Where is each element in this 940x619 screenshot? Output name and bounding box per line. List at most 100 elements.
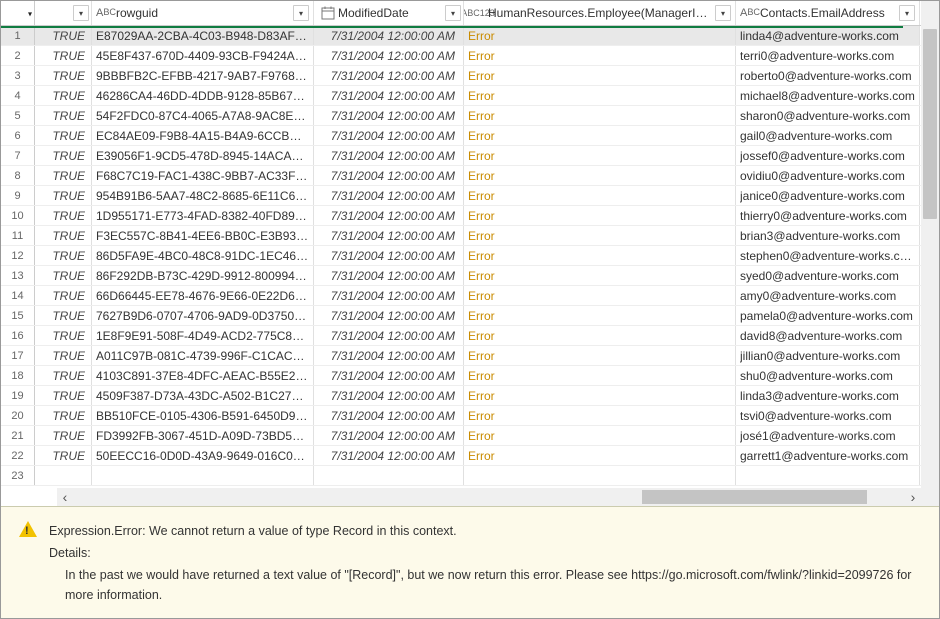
cell-c0[interactable]: TRUE xyxy=(35,26,92,45)
table-row[interactable]: 5TRUE54F2FDC0-87C4-4065-A7A8-9AC8EA624..… xyxy=(1,106,921,126)
cell-c4[interactable]: garrett1@adventure-works.com xyxy=(736,446,920,465)
cell-c4[interactable]: sharon0@adventure-works.com xyxy=(736,106,920,125)
table-row[interactable]: 14TRUE66D66445-EE78-4676-9E66-0E22D6109A… xyxy=(1,286,921,306)
cell-c1[interactable]: FD3992FB-3067-451D-A09D-73BD53C0F... xyxy=(92,426,314,445)
table-row[interactable]: 21TRUEFD3992FB-3067-451D-A09D-73BD53C0F.… xyxy=(1,426,921,446)
cell-c4[interactable]: jossef0@adventure-works.com xyxy=(736,146,920,165)
filter-icon[interactable]: ▾ xyxy=(445,5,461,21)
cell-c3[interactable]: Error xyxy=(464,426,736,445)
row-number[interactable]: 15 xyxy=(1,306,35,325)
row-number[interactable]: 5 xyxy=(1,106,35,125)
cell-c0[interactable] xyxy=(35,466,92,485)
row-number[interactable]: 20 xyxy=(1,406,35,425)
cell-c3[interactable]: Error xyxy=(464,226,736,245)
vertical-scrollbar[interactable] xyxy=(921,1,939,488)
cell-c0[interactable]: TRUE xyxy=(35,126,92,145)
cell-c0[interactable]: TRUE xyxy=(35,226,92,245)
cell-c1[interactable]: 9BBBFB2C-EFBB-4217-9AB7-F976893288... xyxy=(92,66,314,85)
cell-c1[interactable]: 54F2FDC0-87C4-4065-A7A8-9AC8EA624... xyxy=(92,106,314,125)
row-number[interactable]: 1 xyxy=(1,26,35,45)
cell-c3[interactable]: Error xyxy=(464,186,736,205)
cell-c3[interactable]: Error xyxy=(464,66,736,85)
cell-c1[interactable]: E87029AA-2CBA-4C03-B948-D83AF0313... xyxy=(92,26,314,45)
cell-c1[interactable]: 86F292DB-B73C-429D-9912-800994D80... xyxy=(92,266,314,285)
cell-c0[interactable]: TRUE xyxy=(35,326,92,345)
table-row[interactable]: 18TRUE4103C891-37E8-4DFC-AEAC-B55E2BC1B.… xyxy=(1,366,921,386)
cell-c4[interactable]: amy0@adventure-works.com xyxy=(736,286,920,305)
cell-c0[interactable]: TRUE xyxy=(35,46,92,65)
row-number[interactable]: 7 xyxy=(1,146,35,165)
cell-c3[interactable]: Error xyxy=(464,286,736,305)
cell-c2[interactable]: 7/31/2004 12:00:00 AM xyxy=(314,226,464,245)
select-all-corner[interactable]: ▾ xyxy=(1,1,35,25)
table-row[interactable]: 17TRUEA011C97B-081C-4739-996F-C1CAC4532F… xyxy=(1,346,921,366)
cell-c3[interactable]: Error xyxy=(464,266,736,285)
cell-c1[interactable]: BB510FCE-0105-4306-B591-6450D9EBF4... xyxy=(92,406,314,425)
cell-c2[interactable]: 7/31/2004 12:00:00 AM xyxy=(314,66,464,85)
row-number[interactable]: 11 xyxy=(1,226,35,245)
cell-c2[interactable]: 7/31/2004 12:00:00 AM xyxy=(314,246,464,265)
cell-c0[interactable]: TRUE xyxy=(35,246,92,265)
cell-c1[interactable]: 45E8F437-670D-4409-93CB-F9424A40D... xyxy=(92,46,314,65)
cell-c1[interactable]: 50EECC16-0D0D-43A9-9649-016C06DE8... xyxy=(92,446,314,465)
cell-c2[interactable]: 7/31/2004 12:00:00 AM xyxy=(314,426,464,445)
cell-c4[interactable]: syed0@adventure-works.com xyxy=(736,266,920,285)
cell-c1[interactable]: 4103C891-37E8-4DFC-AEAC-B55E2BC1B... xyxy=(92,366,314,385)
cell-c4[interactable]: tsvi0@adventure-works.com xyxy=(736,406,920,425)
cell-c1[interactable]: 4509F387-D73A-43DC-A502-B1C27AA1D... xyxy=(92,386,314,405)
scroll-thumb[interactable] xyxy=(923,29,937,219)
cell-c0[interactable]: TRUE xyxy=(35,166,92,185)
column-header-rowguid[interactable]: ABC rowguid ▾ xyxy=(92,1,314,25)
column-header-modifieddate[interactable]: ModifiedDate ▾ xyxy=(314,1,464,25)
cell-c1[interactable]: A011C97B-081C-4739-996F-C1CAC4532F... xyxy=(92,346,314,365)
row-number[interactable]: 19 xyxy=(1,386,35,405)
cell-c4[interactable]: pamela0@adventure-works.com xyxy=(736,306,920,325)
cell-c1[interactable]: F68C7C19-FAC1-438C-9BB7-AC33FCC34... xyxy=(92,166,314,185)
cell-c1[interactable]: E39056F1-9CD5-478D-8945-14ACA7FBD... xyxy=(92,146,314,165)
table-row[interactable]: 13TRUE86F292DB-B73C-429D-9912-800994D80.… xyxy=(1,266,921,286)
table-row[interactable]: 8TRUEF68C7C19-FAC1-438C-9BB7-AC33FCC34..… xyxy=(1,166,921,186)
row-number[interactable]: 22 xyxy=(1,446,35,465)
cell-c2[interactable]: 7/31/2004 12:00:00 AM xyxy=(314,266,464,285)
table-row[interactable]: 11TRUEF3EC557C-8B41-4EE6-BB0C-E3B93AFF81… xyxy=(1,226,921,246)
cell-c3[interactable]: Error xyxy=(464,86,736,105)
cell-c1[interactable]: EC84AE09-F9B8-4A15-B4A9-6CCBAB919... xyxy=(92,126,314,145)
scroll-right-arrow-icon[interactable]: › xyxy=(905,488,921,506)
cell-c0[interactable]: TRUE xyxy=(35,146,92,165)
filter-icon[interactable]: ▾ xyxy=(715,5,731,21)
cell-c4[interactable] xyxy=(736,466,920,485)
cell-c4[interactable]: linda4@adventure-works.com xyxy=(736,26,920,45)
cell-c4[interactable]: stephen0@adventure-works.com xyxy=(736,246,920,265)
cell-c4[interactable]: linda3@adventure-works.com xyxy=(736,386,920,405)
cell-c0[interactable]: TRUE xyxy=(35,406,92,425)
table-row[interactable]: 7TRUEE39056F1-9CD5-478D-8945-14ACA7FBD..… xyxy=(1,146,921,166)
table-row[interactable]: 9TRUE954B91B6-5AA7-48C2-8685-6E11C6E5C..… xyxy=(1,186,921,206)
row-number[interactable]: 4 xyxy=(1,86,35,105)
cell-c4[interactable]: michael8@adventure-works.com xyxy=(736,86,920,105)
cell-c3[interactable]: Error xyxy=(464,366,736,385)
cell-c3[interactable]: Error xyxy=(464,126,736,145)
cell-c3[interactable]: Error xyxy=(464,446,736,465)
cell-c4[interactable]: roberto0@adventure-works.com xyxy=(736,66,920,85)
cell-c2[interactable]: 7/31/2004 12:00:00 AM xyxy=(314,286,464,305)
cell-c0[interactable]: TRUE xyxy=(35,266,92,285)
cell-c1[interactable]: 1D955171-E773-4FAD-8382-40FD89BD5... xyxy=(92,206,314,225)
cell-c0[interactable]: TRUE xyxy=(35,306,92,325)
cell-c3[interactable]: Error xyxy=(464,326,736,345)
cell-c0[interactable]: TRUE xyxy=(35,426,92,445)
horizontal-scrollbar[interactable]: ‹ › xyxy=(57,488,921,506)
table-row[interactable]: 19TRUE4509F387-D73A-43DC-A502-B1C27AA1D.… xyxy=(1,386,921,406)
table-row[interactable]: 20TRUEBB510FCE-0105-4306-B591-6450D9EBF4… xyxy=(1,406,921,426)
table-row[interactable]: 6TRUEEC84AE09-F9B8-4A15-B4A9-6CCBAB919..… xyxy=(1,126,921,146)
table-row[interactable]: 23 xyxy=(1,466,921,486)
cell-c2[interactable]: 7/31/2004 12:00:00 AM xyxy=(314,386,464,405)
cell-c3[interactable]: Error xyxy=(464,246,736,265)
cell-c4[interactable]: gail0@adventure-works.com xyxy=(736,126,920,145)
column-header-email[interactable]: ABC Contacts.EmailAddress ▾ xyxy=(736,1,920,25)
cell-c3[interactable]: Error xyxy=(464,306,736,325)
cell-c0[interactable]: TRUE xyxy=(35,206,92,225)
row-number[interactable]: 18 xyxy=(1,366,35,385)
filter-icon[interactable]: ▾ xyxy=(73,5,89,21)
cell-c2[interactable]: 7/31/2004 12:00:00 AM xyxy=(314,346,464,365)
cell-c2[interactable]: 7/31/2004 12:00:00 AM xyxy=(314,366,464,385)
